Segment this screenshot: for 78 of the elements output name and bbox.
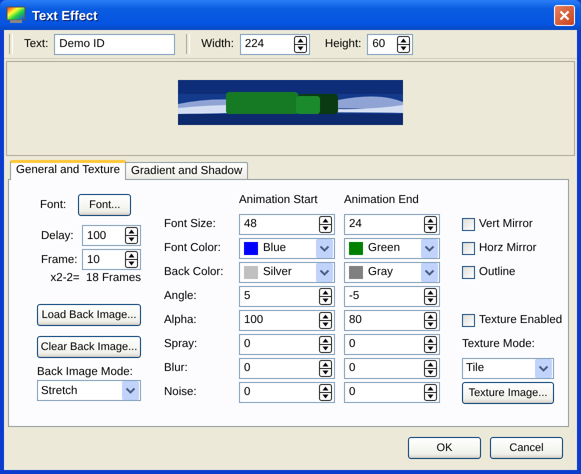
checkbox-label[interactable]: Texture Enabled [479,314,562,326]
column-heading: Animation End [344,194,420,206]
spin-arrows-icon[interactable] [319,384,332,400]
checkbox[interactable] [462,266,475,278]
number-field[interactable]: 0 [239,358,335,378]
spin-arrows-icon[interactable] [397,36,410,52]
field-label: Blur: [164,362,189,374]
number-field[interactable]: 10 [82,249,141,270]
dropdown[interactable]: Stretch [37,380,141,401]
spin-arrows-icon[interactable] [319,288,332,304]
field-label: Frame: [41,254,78,266]
text-field[interactable]: Demo ID [54,34,176,54]
load-image-button[interactable]: Load Back Image... [37,304,141,326]
number-field[interactable]: 0 [344,358,440,378]
close-button[interactable] [554,4,575,26]
field-label: Angle: [164,290,198,302]
ok-button[interactable]: OK [408,437,481,459]
field-label: Height: [324,38,362,50]
column-heading: Animation Start [239,194,319,206]
frames-note: x2-2= 18 Frames [50,272,141,284]
checkbox[interactable] [462,242,475,254]
spin-arrows-icon[interactable] [319,336,332,352]
spin-arrows-icon[interactable] [319,360,332,376]
font-button[interactable]: Font... [78,194,132,216]
field-label: Font: [40,199,66,211]
window-title: Text Effect [32,8,98,22]
clear-image-button[interactable]: Clear Back Image... [37,336,141,358]
spin-arrows-icon[interactable] [424,384,437,400]
checkbox[interactable] [462,218,475,230]
spin-arrows-icon[interactable] [424,336,437,352]
checkbox-label[interactable]: Outline [479,266,516,278]
field-label: Noise: [164,386,198,398]
field-label: Delay: [41,230,75,242]
spin-arrows-icon[interactable] [424,216,437,232]
dropdown[interactable]: Silver [239,262,335,282]
dropdown[interactable]: Blue [239,238,335,258]
number-field[interactable]: 0 [239,382,335,402]
number-field[interactable]: 0 [344,382,440,402]
dropdown[interactable]: Gray [344,262,440,282]
close-icon [559,10,570,20]
field-label: Width: [201,38,234,50]
number-field[interactable]: -5 [344,286,440,306]
field-label: Text: [24,38,48,50]
field-label: Font Color: [164,242,222,254]
spin-arrows-icon[interactable] [424,360,437,376]
tab[interactable]: Gradient and Shadow [125,162,248,179]
checkbox[interactable] [462,314,475,326]
number-field[interactable]: 100 [82,225,141,246]
dropdown[interactable]: Green [344,238,440,258]
spin-arrows-icon[interactable] [125,227,138,244]
tab[interactable]: General and Texture [10,160,126,180]
field-label: Texture Mode: [462,338,536,350]
number-field[interactable]: 224 [240,34,310,54]
spin-arrows-icon[interactable] [424,288,437,304]
spin-arrows-icon[interactable] [319,312,332,328]
app-icon [6,6,26,24]
number-field[interactable]: 48 [239,214,335,234]
number-field[interactable]: 100 [239,310,335,330]
number-field[interactable]: 60 [367,34,414,54]
checkbox-label[interactable]: Vert Mirror [479,218,533,230]
field-label: Font Size: [164,218,217,230]
number-field[interactable]: 5 [239,286,335,306]
number-field[interactable]: 0 [239,334,335,354]
field-label: Alpha: [164,314,198,326]
field-label: Spray: [164,338,198,350]
field-label: Back Image Mode: [37,366,134,378]
field-label: Back Color: [164,266,224,278]
number-field[interactable]: 80 [344,310,440,330]
checkbox-label[interactable]: Horz Mirror [479,242,536,254]
spin-arrows-icon[interactable] [125,251,138,268]
texture-image-button[interactable]: Texture Image... [462,382,554,404]
spin-arrows-icon[interactable] [319,216,332,232]
number-field[interactable]: 0 [344,334,440,354]
number-field[interactable]: 24 [344,214,440,234]
cancel-button[interactable]: Cancel [490,437,563,459]
dropdown[interactable]: Tile [462,358,554,378]
spin-arrows-icon[interactable] [294,36,307,52]
spin-arrows-icon[interactable] [424,312,437,328]
